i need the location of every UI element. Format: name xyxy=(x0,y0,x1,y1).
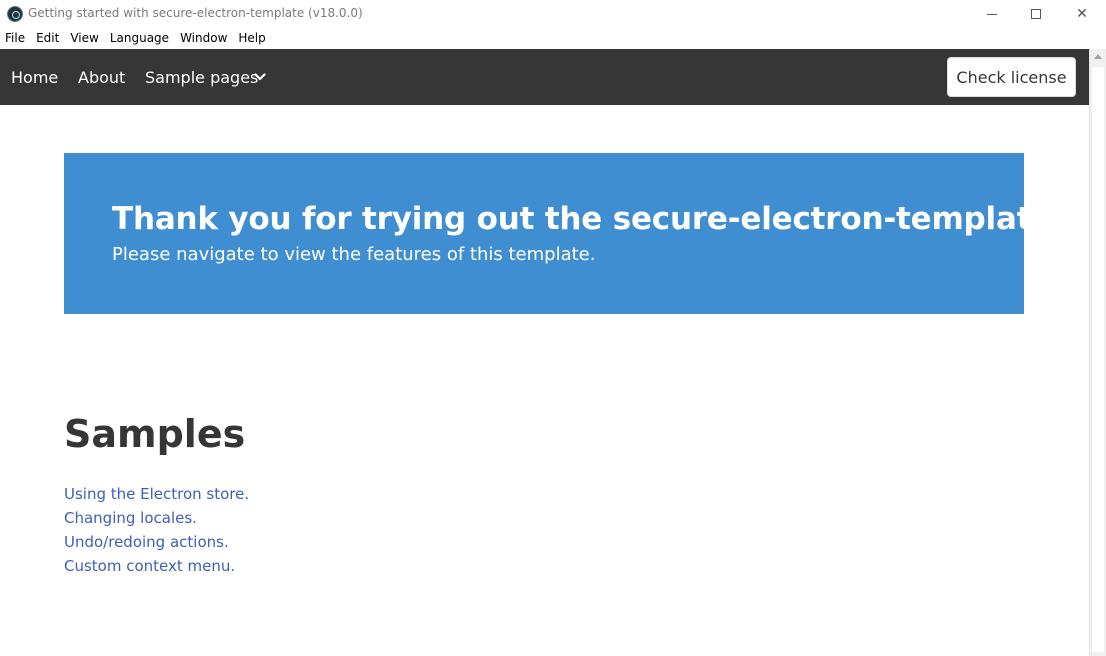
close-button[interactable]: ✕ xyxy=(1059,0,1105,28)
menu-window[interactable]: Window xyxy=(174,28,232,49)
sample-link-electron-store[interactable]: Using the Electron store. xyxy=(64,482,249,506)
app-window: Getting started with secure-electron-tem… xyxy=(0,0,1106,656)
minimize-button[interactable] xyxy=(969,0,1015,28)
hero-banner: Thank you for trying out the secure-elec… xyxy=(64,153,1066,314)
sample-link-context-menu[interactable]: Custom context menu. xyxy=(64,554,249,578)
menu-language[interactable]: Language xyxy=(104,28,174,49)
sample-link-changing-locales[interactable]: Changing locales. xyxy=(64,506,249,530)
hero-subtitle: Please navigate to view the features of … xyxy=(112,244,596,265)
chevron-down-icon[interactable] xyxy=(254,71,266,83)
nav-home-link[interactable]: Home xyxy=(11,68,58,87)
maximize-button[interactable] xyxy=(1013,0,1059,28)
scrollbar-thumb[interactable] xyxy=(1092,67,1104,652)
sample-link-undo-redo[interactable]: Undo/redoing actions. xyxy=(64,530,249,554)
menu-edit[interactable]: Edit xyxy=(30,28,64,49)
close-icon: ✕ xyxy=(1076,6,1088,22)
scroll-up-arrow-icon[interactable] xyxy=(1094,54,1102,59)
menu-help[interactable]: Help xyxy=(232,28,270,49)
menu-file[interactable]: File xyxy=(0,28,30,49)
samples-heading: Samples xyxy=(64,412,246,456)
hero-title: Thank you for trying out the secure-elec… xyxy=(112,201,1067,237)
page-content: Home About Sample pages Check license Th… xyxy=(0,49,1089,656)
nav-about-link[interactable]: About xyxy=(78,68,125,87)
title-bar: Getting started with secure-electron-tem… xyxy=(0,0,1106,28)
samples-link-list: Using the Electron store. Changing local… xyxy=(64,482,249,578)
menu-bar: File Edit View Language Window Help xyxy=(0,28,1106,49)
maximize-icon xyxy=(1031,9,1041,19)
check-license-button[interactable]: Check license xyxy=(947,57,1076,97)
menu-view[interactable]: View xyxy=(64,28,103,49)
window-title: Getting started with secure-electron-tem… xyxy=(28,6,363,20)
vertical-scrollbar[interactable] xyxy=(1089,49,1106,656)
top-navbar: Home About Sample pages Check license xyxy=(0,49,1089,105)
nav-sample-pages-dropdown[interactable]: Sample pages xyxy=(145,68,258,87)
electron-app-icon xyxy=(7,6,23,22)
minimize-icon xyxy=(987,13,997,15)
